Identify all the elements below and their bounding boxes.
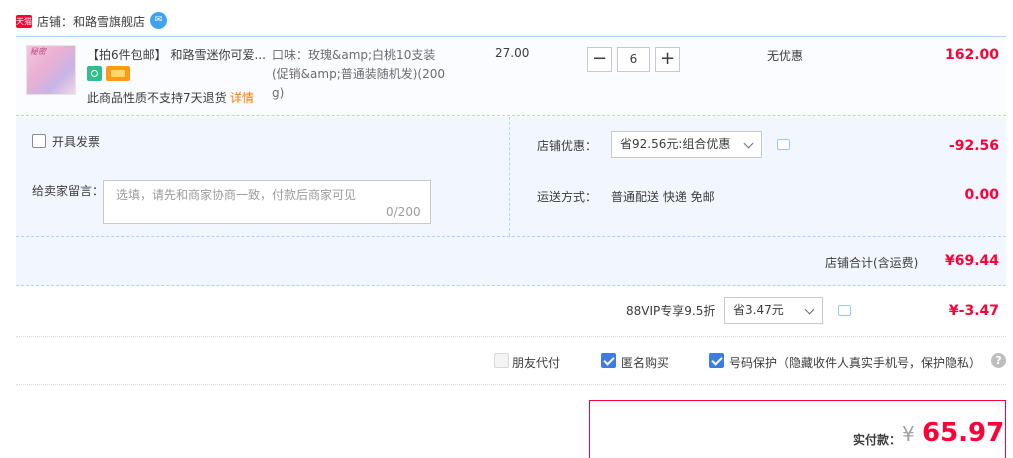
shipping-fee: 0.00 <box>964 187 999 203</box>
quantity-increase-button[interactable]: + <box>655 47 680 72</box>
invoice-checkbox[interactable] <box>32 134 46 148</box>
friend-pay-checkbox[interactable] <box>494 353 509 368</box>
shop-discount-selected: 省92.56元:组合优惠 <box>620 137 731 151</box>
no-return-notice: 此商品性质不支持7天退货 <box>87 91 227 105</box>
anonymous-label[interactable]: 匿名购买 <box>621 354 669 371</box>
item-subtotal: 162.00 <box>944 47 999 63</box>
seller-message-placeholder: 选填，请先和商家协商一致，付款后商家可见 <box>116 188 357 202</box>
phone-protect-label[interactable]: 号码保护（隐藏收件人真实手机号，保护隐私） <box>729 354 981 371</box>
chat-bubble-icon[interactable]: ✉ <box>150 12 167 29</box>
sku-line: (促销&amp;普通装随机发)(200 <box>272 67 446 81</box>
vip-discount-label: 88VIP专享9.5折 <box>626 304 716 318</box>
seller-message-label: 给卖家留言： <box>32 184 105 198</box>
phone-protect-checkbox[interactable] <box>709 353 724 368</box>
options-divider <box>509 117 510 236</box>
service-badge-icon <box>87 66 102 81</box>
shop-total-label: 店铺合计(含运费) <box>825 256 919 270</box>
item-discount-text: 无优惠 <box>767 49 804 63</box>
shop-name[interactable]: 店铺：和路雪旗舰店 <box>37 13 145 30</box>
comment-icon[interactable] <box>838 305 851 316</box>
row-divider <box>16 384 1006 385</box>
tmall-badge: 天猫 <box>16 15 32 28</box>
shop-discount-select[interactable]: 省92.56元:组合优惠 <box>611 131 762 158</box>
invoice-label[interactable]: 开具发票 <box>52 133 100 150</box>
payment-label: 实付款： <box>853 433 902 447</box>
chevron-down-icon <box>804 304 815 315</box>
vip-discount-select[interactable]: 省3.47元 <box>724 297 823 324</box>
product-title[interactable]: 【拍6件包邮】 和路雪迷你可爱... <box>87 46 266 63</box>
row-divider <box>16 336 1006 337</box>
sku-line: 口味：玫瑰&amp;白桃10支装 <box>272 48 436 62</box>
options-separator <box>16 236 1006 237</box>
friend-pay-label[interactable]: 朋友代付 <box>512 354 560 371</box>
comment-icon[interactable] <box>777 139 790 150</box>
seller-message-counter: 0/200 <box>386 205 421 219</box>
quantity-input[interactable]: 6 <box>617 47 650 72</box>
vip-discount-value: ¥-3.47 <box>948 303 999 319</box>
shipping-label: 运送方式： <box>537 190 598 204</box>
unit-price: 27.00 <box>495 46 530 60</box>
credit-card-icon <box>106 66 130 81</box>
thumbnail-text: 秘密 <box>30 47 46 56</box>
shop-discount-value: -92.56 <box>948 138 999 154</box>
shop-discount-label: 店铺优惠： <box>537 139 598 153</box>
quantity-decrease-button[interactable]: − <box>587 47 612 72</box>
anonymous-checkbox[interactable] <box>601 353 616 368</box>
payment-amount: 65.97 <box>922 418 1005 448</box>
shop-total-value: ¥69.44 <box>944 253 999 269</box>
shipping-method: 普通配送 快递 免邮 <box>611 190 715 204</box>
vip-discount-selected: 省3.47元 <box>733 303 784 317</box>
sku-info: 口味：玫瑰&amp;白桃10支装 (促销&amp;普通装随机发)(200 g) <box>272 46 452 103</box>
help-icon[interactable]: ? <box>991 353 1006 368</box>
payment-currency: ¥ <box>902 422 915 446</box>
no-return-details-link[interactable]: 详情 <box>230 89 254 106</box>
chevron-down-icon <box>743 138 754 149</box>
sku-line: g) <box>272 86 285 100</box>
